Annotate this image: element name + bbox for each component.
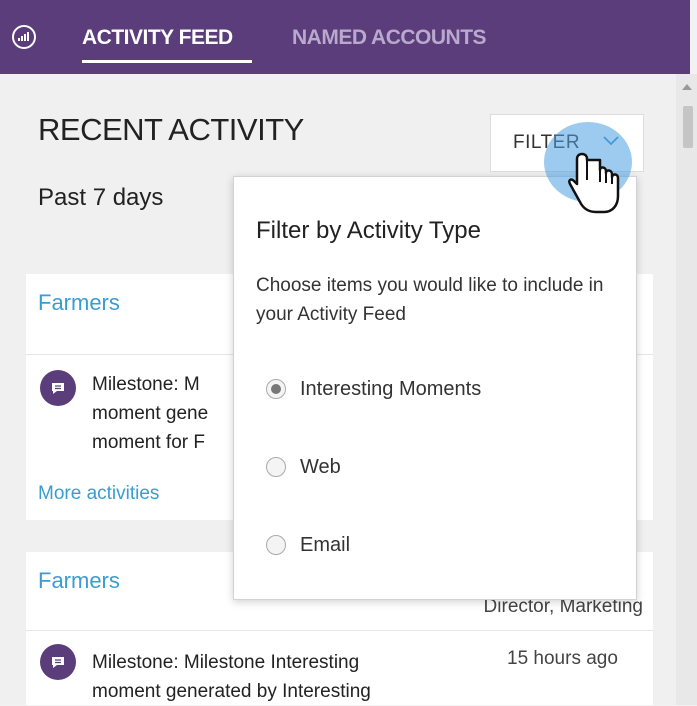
option-label: Interesting Moments (300, 378, 482, 400)
top-nav-bar: ACTIVITY FEED NAMED ACCOUNTS (0, 0, 690, 74)
active-tab-indicator (82, 60, 252, 63)
chart-circle-icon[interactable] (12, 25, 36, 49)
period-label: Past 7 days (38, 184, 164, 211)
option-label: Email (300, 534, 351, 556)
activity-text: Milestone: Milestone Interesting moment … (92, 652, 371, 702)
page-title: RECENT ACTIVITY (38, 112, 304, 147)
scroll-up-icon[interactable] (682, 84, 692, 90)
card-divider (26, 630, 653, 631)
vertical-scrollbar[interactable] (676, 74, 697, 705)
account-name-link[interactable]: Farmers (38, 568, 120, 594)
tab-named-accounts[interactable]: NAMED ACCOUNTS (292, 26, 487, 50)
scroll-thumb[interactable] (683, 106, 693, 148)
filter-description: Choose items you would like to include i… (256, 275, 604, 325)
account-name-link[interactable]: Farmers (38, 290, 120, 316)
hand-cursor-icon (568, 150, 624, 225)
option-label: Web (300, 456, 341, 478)
filter-dropdown: Filter by Activity Type Choose items you… (233, 176, 637, 600)
radio-button[interactable] (266, 379, 286, 399)
tab-activity-feed[interactable]: ACTIVITY FEED (82, 26, 233, 50)
milestone-icon (40, 370, 76, 406)
radio-button[interactable] (266, 457, 286, 477)
radio-button[interactable] (266, 535, 286, 555)
more-activities-link[interactable]: More activities (38, 483, 159, 505)
milestone-icon (40, 644, 76, 680)
filter-heading: Filter by Activity Type (256, 217, 481, 244)
activity-timestamp: 15 hours ago (507, 648, 618, 669)
